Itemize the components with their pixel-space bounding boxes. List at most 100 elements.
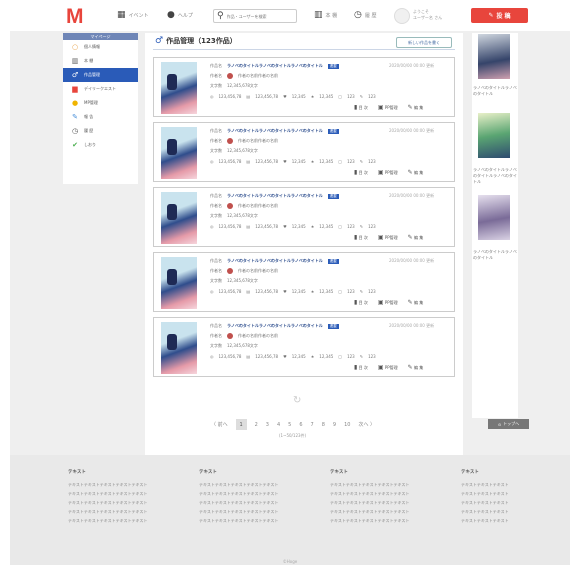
work-cover-image[interactable] — [161, 322, 197, 374]
pp-manage-button[interactable]: ▣ PP管理 — [378, 169, 398, 176]
footer-link[interactable]: テキストテキストテキスト — [461, 498, 576, 507]
toc-button[interactable]: ▮ 目 次 — [354, 364, 368, 371]
sidebar-item[interactable]: ◷ 履 歴 — [63, 124, 138, 138]
pp-manage-button[interactable]: ▣ PP管理 — [378, 364, 398, 371]
author-name[interactable]: 作者の名前作者の名前 — [238, 138, 278, 144]
avatar[interactable] — [394, 8, 410, 24]
footer-link[interactable]: テキストテキストテキストテキストテキスト — [199, 516, 314, 525]
footer-link[interactable]: テキストテキストテキストテキストテキスト — [330, 489, 445, 498]
work-cover-image[interactable] — [161, 257, 197, 309]
pagination-page[interactable]: 2 — [255, 422, 258, 428]
footer: テキスト テキストテキストテキストテキストテキスト テキストテキストテキストテキスト… — [10, 455, 570, 565]
sidebar-item[interactable]: ○ 個人情報 — [63, 40, 138, 54]
pagination-page[interactable]: 4 — [277, 422, 280, 428]
footer-link[interactable]: テキストテキストテキストテキストテキスト — [199, 498, 314, 507]
footer-link[interactable]: テキストテキストテキストテキストテキスト — [68, 480, 183, 489]
pagination-page[interactable]: 1 — [235, 419, 247, 430]
pp-manage-button[interactable]: ▣ PP管理 — [378, 299, 398, 306]
work-title[interactable]: ラノベのタイトルラノベのタイトルラノベのタイトル — [227, 128, 323, 134]
work-cover-image[interactable] — [161, 62, 197, 114]
post-button[interactable]: ✎ 投 稿 — [471, 8, 528, 23]
welcome-line2: ユーザー名 さん — [413, 15, 443, 20]
pagination-page[interactable]: 3 — [266, 422, 269, 428]
toc-button[interactable]: ▮ 目 次 — [354, 169, 368, 176]
footer-link[interactable]: テキストテキストテキスト — [461, 516, 576, 525]
footer-link[interactable]: テキストテキストテキストテキストテキスト — [330, 507, 445, 516]
author-avatar — [227, 138, 233, 144]
new-work-button[interactable]: 新しい作品を書く — [396, 37, 452, 48]
pagination-prev[interactable]: 〈 前へ — [211, 421, 228, 428]
pagination-next[interactable]: 次へ 〉 — [358, 421, 375, 428]
nav-history[interactable]: ◷ 履 歴 — [354, 11, 376, 20]
edit-button[interactable]: ✎ 編 集 — [408, 234, 424, 241]
recommended-book-caption[interactable]: ラノベのタイトルラノベのタイトル — [473, 85, 518, 97]
sidebar-item[interactable]: ● MP管理 — [63, 96, 138, 110]
sidebar-item[interactable]: ▆ デイリークエスト — [63, 82, 138, 96]
footer-link[interactable]: テキストテキストテキスト — [461, 507, 576, 516]
edit-button[interactable]: ✎ 編 集 — [408, 169, 424, 176]
nav-help[interactable]: ● ヘルプ — [167, 11, 193, 20]
work-cover-image[interactable] — [161, 127, 197, 179]
footer-link[interactable]: テキストテキストテキスト — [461, 480, 576, 489]
sidebar-item[interactable]: ▥ 本 棚 — [63, 54, 138, 68]
author-name[interactable]: 作者の名前作者の名前 — [238, 333, 278, 339]
work-chars-row: 文字数 12,345,678文字 — [210, 148, 258, 154]
toc-button[interactable]: ▮ 目 次 — [354, 104, 368, 111]
toc-button[interactable]: ▮ 目 次 — [354, 299, 368, 306]
work-title[interactable]: ラノベのタイトルラノベのタイトルラノベのタイトル — [227, 193, 323, 199]
footer-link[interactable]: テキストテキストテキストテキストテキスト — [68, 507, 183, 516]
work-stats-row: ◎ 123,456,78 ▤ 123,456,78 ♥ 12,345 ★ 12,345 ▢ 123… — [210, 224, 376, 229]
nav-bookshelf[interactable]: ▥ 本 棚 — [314, 11, 337, 20]
work-author-row: 作者名 作者の名前作者の名前 — [210, 138, 278, 144]
edit-button[interactable]: ✎ 編 集 — [408, 364, 424, 371]
edit-button[interactable]: ✎ 編 集 — [408, 299, 424, 306]
footer-link[interactable]: テキストテキストテキストテキストテキスト — [330, 498, 445, 507]
author-name[interactable]: 作者の名前作者の名前 — [238, 203, 278, 209]
search-input[interactable] — [226, 13, 291, 19]
pagination-page[interactable]: 10 — [344, 422, 350, 428]
footer-link[interactable]: テキストテキストテキストテキストテキスト — [199, 480, 314, 489]
site-logo[interactable]: M — [66, 6, 84, 28]
recommended-book-cover[interactable] — [478, 113, 510, 158]
work-stats-row: ◎ 123,456,78 ▤ 123,456,78 ♥ 12,345 ★ 12,345 ▢ 123… — [210, 289, 376, 294]
pagination-page[interactable]: 6 — [299, 422, 302, 428]
toc-button[interactable]: ▮ 目 次 — [354, 234, 368, 241]
recommended-book-caption[interactable]: ラノベのタイトルラノベのタイトルラノベのタイトル — [473, 167, 518, 185]
sidebar-item-icon: ▥ — [71, 57, 79, 65]
footer-link[interactable]: テキストテキストテキストテキストテキスト — [199, 507, 314, 516]
bookmarks-icon: ★ — [310, 159, 315, 164]
to-top-button[interactable]: ⊙ トップへ — [488, 419, 529, 429]
pagination-page[interactable]: 7 — [311, 422, 314, 428]
work-title[interactable]: ラノベのタイトルラノベのタイトルラノベのタイトル — [227, 323, 323, 329]
footer-link[interactable]: テキストテキストテキストテキストテキスト — [330, 516, 445, 525]
footer-link[interactable]: テキストテキストテキストテキストテキスト — [199, 489, 314, 498]
footer-link[interactable]: テキストテキストテキストテキストテキスト — [68, 489, 183, 498]
pp-manage-button[interactable]: ▣ PP管理 — [378, 234, 398, 241]
recommended-book-cover[interactable] — [478, 34, 510, 79]
edit-label: 編 集 — [413, 170, 424, 175]
footer-link[interactable]: テキストテキストテキストテキストテキスト — [68, 498, 183, 507]
pagination-page[interactable]: 9 — [333, 422, 336, 428]
edit-button[interactable]: ✎ 編 集 — [408, 104, 424, 111]
sidebar-item[interactable]: ✎ 報 告 — [63, 110, 138, 124]
sidebar-item[interactable]: ✔ しおり — [63, 138, 138, 152]
footer-link[interactable]: テキストテキストテキストテキストテキスト — [330, 480, 445, 489]
work-title-row: 作品名 ラノベのタイトルラノベのタイトルラノベのタイトル 連載 — [210, 128, 339, 134]
search-box[interactable]: ⚲ — [213, 9, 297, 23]
work-title[interactable]: ラノベのタイトルラノベのタイトルラノベのタイトル — [227, 258, 323, 264]
sidebar-item[interactable]: ♂ 作品管理 — [63, 68, 138, 82]
nav-event[interactable]: ▦ イベント — [117, 11, 149, 20]
recommended-book-caption[interactable]: ラノベのタイトルラノベのタイトル — [473, 249, 518, 261]
footer-link[interactable]: テキストテキストテキスト — [461, 489, 576, 498]
pagination-page[interactable]: 5 — [288, 422, 291, 428]
pp-manage-button[interactable]: ▣ PP管理 — [378, 104, 398, 111]
footer-link[interactable]: テキストテキストテキストテキストテキスト — [68, 516, 183, 525]
author-name[interactable]: 作者の名前作者の名前 — [238, 73, 278, 79]
views-icon: ◎ — [210, 354, 214, 359]
recommended-book-cover[interactable] — [478, 195, 510, 240]
work-stats-row: ◎ 123,456,78 ▤ 123,456,78 ♥ 12,345 ★ 12,345 ▢ 123… — [210, 354, 376, 359]
author-name[interactable]: 作者の名前作者の名前 — [238, 268, 278, 274]
pagination-page[interactable]: 8 — [322, 422, 325, 428]
work-title[interactable]: ラノベのタイトルラノベのタイトルラノベのタイトル — [227, 63, 323, 69]
work-cover-image[interactable] — [161, 192, 197, 244]
